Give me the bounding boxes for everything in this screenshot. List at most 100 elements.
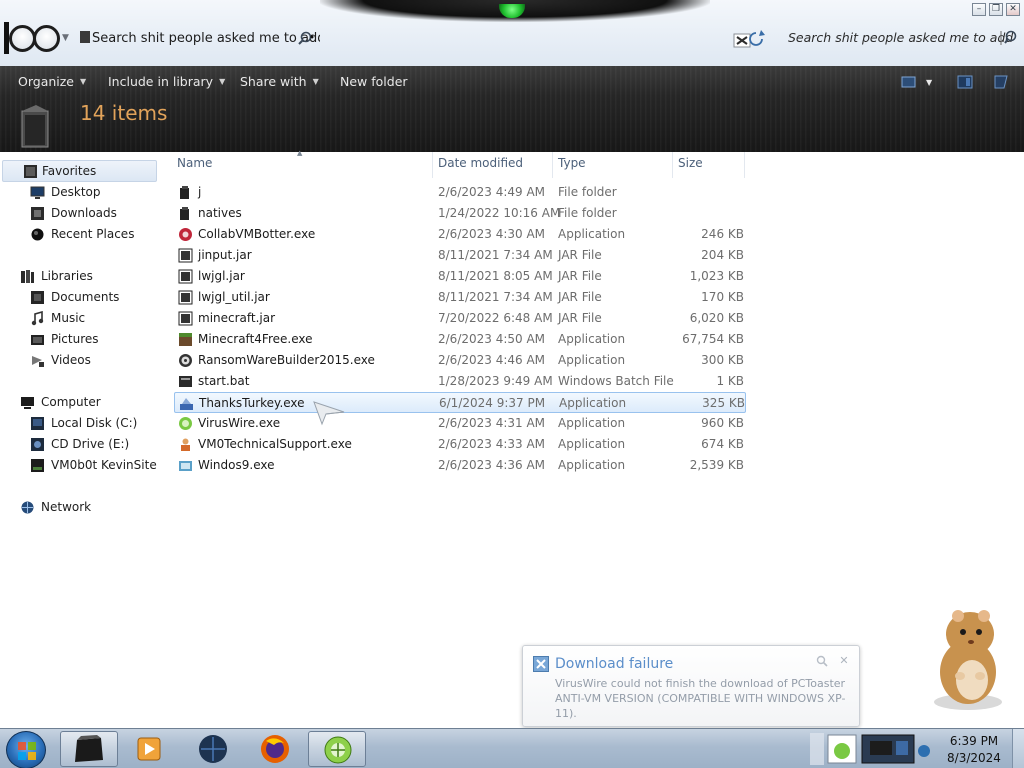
file-date: 8/11/2021 8:05 AM — [438, 269, 553, 283]
file-size: 674 KB — [701, 437, 744, 451]
file-type: JAR File — [558, 269, 602, 283]
taskbar-explorer-button[interactable] — [60, 731, 118, 767]
file-row[interactable]: lwjgl.jar 8/11/2021 8:05 AM JAR File 1,0… — [174, 266, 746, 287]
turkey-app-icon — [179, 396, 194, 411]
start-button[interactable] — [6, 731, 46, 768]
file-row[interactable]: j 2/6/2023 4:49 AM File folder — [174, 182, 746, 203]
sort-ascending-icon: ▲ — [297, 149, 303, 157]
file-date: 8/11/2021 7:34 AM — [438, 248, 553, 262]
file-type: File folder — [558, 206, 617, 220]
file-row[interactable]: jinput.jar 8/11/2021 7:34 AM JAR File 20… — [174, 245, 746, 266]
recent-places-icon — [30, 227, 45, 242]
maximize-button[interactable]: ❐ — [989, 3, 1003, 16]
folder-path-icon — [80, 31, 90, 43]
show-desktop-button[interactable] — [1012, 729, 1024, 768]
magnifier-icon[interactable] — [296, 30, 314, 48]
new-folder-button[interactable]: New folder — [340, 74, 408, 92]
taskbar-media-player-button[interactable] — [120, 731, 178, 767]
forward-button[interactable] — [33, 25, 60, 52]
search-box[interactable]: Search shit people asked me to add — [788, 30, 1013, 48]
file-size: 204 KB — [701, 248, 744, 262]
file-row[interactable]: minecraft.jar 7/20/2022 6:48 AM JAR File… — [174, 308, 746, 329]
videos-icon — [30, 353, 45, 368]
nav-computer-label: Computer — [41, 395, 101, 409]
notification-balloon[interactable]: Download failure VirusWire could not fin… — [522, 645, 860, 727]
file-type: Application — [558, 437, 626, 451]
file-row[interactable]: VirusWire.exe 2/6/2023 4:31 AM Applicati… — [174, 413, 746, 434]
file-row[interactable]: VM0TechnicalSupport.exe 2/6/2023 4:33 AM… — [174, 434, 746, 455]
notification-body: VirusWire could not finish the download … — [555, 677, 846, 720]
column-divider[interactable] — [744, 152, 745, 178]
file-type: Application — [559, 396, 627, 410]
clock-date[interactable]: 8/3/2024 — [945, 751, 1003, 765]
column-header-type[interactable]: Type — [558, 156, 586, 178]
preview-pane-icon[interactable] — [956, 74, 974, 90]
pictures-icon — [30, 332, 45, 347]
column-header-name[interactable]: Name — [177, 156, 212, 178]
file-type: Application — [558, 353, 626, 367]
clock-time[interactable]: 6:39 PM — [945, 734, 1003, 748]
organize-button[interactable]: Organize ▼ — [18, 74, 86, 92]
help-icon[interactable] — [992, 74, 1010, 90]
star-icon — [23, 164, 38, 179]
back-forward-buttons[interactable] — [4, 22, 60, 54]
file-row[interactable]: natives 1/24/2022 10:16 AM File folder — [174, 203, 746, 224]
notification-close-button[interactable]: ✕ — [837, 654, 851, 668]
file-row[interactable]: start.bat 1/28/2023 9:49 AM Windows Batc… — [174, 371, 746, 392]
address-bar-area: – ❐ ✕ ▼ Search shit people asked me to a… — [0, 0, 1024, 66]
column-header-date-modified[interactable]: Date modified — [438, 156, 523, 178]
taskbar-viruswire-button[interactable] — [308, 731, 366, 767]
close-button[interactable]: ✕ — [1006, 3, 1020, 16]
address-path-label: Search shit people asked me to add — [92, 31, 320, 46]
view-options-dropdown[interactable]: ▼ — [926, 78, 932, 96]
file-name: ThanksTurkey.exe — [199, 396, 305, 410]
search-icon[interactable] — [998, 28, 1020, 48]
nav-local-disk-label: Local Disk (C:) — [51, 416, 138, 430]
file-name: natives — [198, 206, 242, 220]
file-name: VirusWire.exe — [198, 416, 281, 430]
refresh-button[interactable] — [730, 28, 768, 50]
back-button[interactable] — [9, 25, 36, 52]
nav-recent-places-label: Recent Places — [51, 227, 135, 241]
nav-downloads-label: Downloads — [51, 206, 117, 220]
taskbar-firefox-button[interactable] — [246, 731, 304, 767]
address-path[interactable]: Search shit people asked me to add — [80, 31, 320, 49]
file-row[interactable]: CollabVMBotter.exe 2/6/2023 4:30 AM Appl… — [174, 224, 746, 245]
taskbar-network-app-button[interactable] — [184, 731, 242, 767]
file-type: JAR File — [558, 248, 602, 262]
file-size: 170 KB — [701, 290, 744, 304]
file-name: minecraft.jar — [198, 311, 276, 325]
file-size: 67,754 KB — [682, 332, 744, 346]
file-name: VM0TechnicalSupport.exe — [198, 437, 352, 451]
command-bar: Organize ▼ Include in library ▼ Share with… — [0, 66, 1024, 152]
file-type: Application — [558, 458, 626, 472]
file-date: 2/6/2023 4:31 AM — [438, 416, 546, 430]
file-name: RansomWareBuilder2015.exe — [198, 353, 375, 367]
notification-options-icon[interactable] — [815, 654, 829, 668]
history-dropdown-icon[interactable]: ▼ — [62, 33, 72, 43]
column-divider[interactable] — [672, 152, 673, 178]
folder-icon — [178, 185, 193, 200]
file-row-selected[interactable]: ThanksTurkey.exe 6/1/2024 9:37 PM Applic… — [174, 392, 746, 413]
collabvm-app-icon — [178, 227, 193, 242]
share-with-button[interactable]: Share with ▼ — [240, 74, 319, 92]
file-row[interactable]: Minecraft4Free.exe 2/6/2023 4:50 AM Appl… — [174, 329, 746, 350]
file-name: Minecraft4Free.exe — [198, 332, 313, 346]
include-in-library-button[interactable]: Include in library ▼ — [108, 74, 225, 92]
viruswire-app-icon — [178, 416, 193, 431]
file-date: 1/24/2022 10:16 AM — [438, 206, 561, 220]
nav-favorites[interactable]: Favorites — [2, 160, 157, 182]
file-row[interactable]: lwjgl_util.jar 8/11/2021 7:34 AM JAR Fil… — [174, 287, 746, 308]
file-row[interactable]: RansomWareBuilder2015.exe 2/6/2023 4:46 … — [174, 350, 746, 371]
file-type: JAR File — [558, 311, 602, 325]
share-with-label: Share with — [240, 74, 307, 89]
column-divider[interactable] — [552, 152, 553, 178]
change-view-icon[interactable] — [900, 74, 918, 90]
column-header-size[interactable]: Size — [678, 156, 703, 178]
file-name: jinput.jar — [198, 248, 252, 262]
file-size: 6,020 KB — [689, 311, 744, 325]
nav-cd-drive-label: CD Drive (E:) — [51, 437, 130, 451]
file-row[interactable]: Windos9.exe 2/6/2023 4:36 AM Application… — [174, 455, 746, 476]
column-divider[interactable] — [432, 152, 433, 178]
minimize-button[interactable]: – — [972, 3, 986, 16]
